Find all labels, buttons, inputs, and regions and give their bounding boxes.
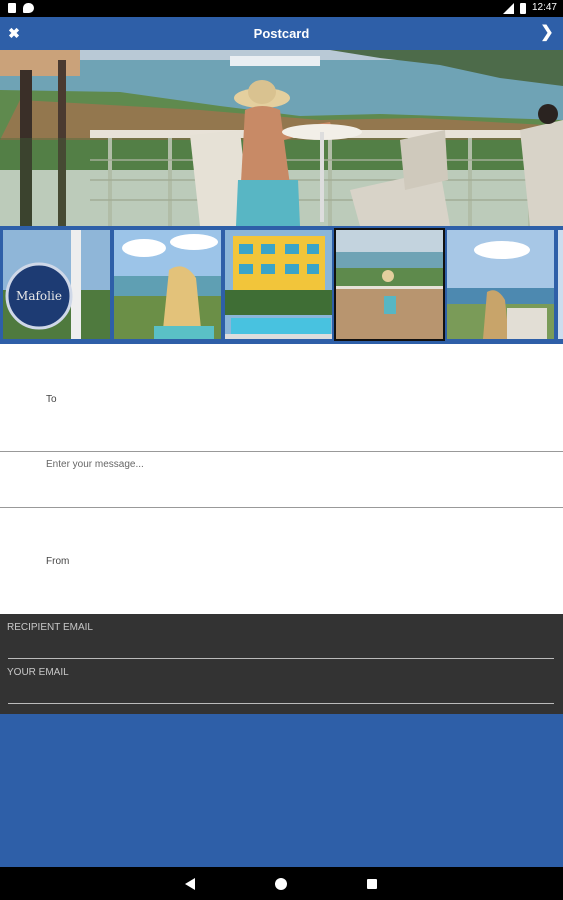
to-field[interactable]: To: [0, 344, 563, 451]
thumb-more[interactable]: [558, 230, 563, 339]
hero-photo: [0, 50, 563, 226]
message-field[interactable]: Enter your message...: [0, 452, 563, 507]
thumb-terrace-view[interactable]: [334, 228, 445, 341]
your-email-input[interactable]: [8, 703, 554, 704]
thumb-yellow-hotel-pool[interactable]: [225, 230, 332, 339]
battery-icon: [519, 2, 526, 14]
page-title: Postcard: [253, 26, 310, 41]
recent-apps-icon[interactable]: [367, 879, 377, 889]
navigation-bar: [0, 867, 563, 900]
app-bar: ✖ Postcard ❯: [0, 17, 563, 50]
message-placeholder: Enter your message...: [46, 459, 144, 470]
chat-bubble-icon: [23, 3, 34, 13]
your-email-label: YOUR EMAIL: [7, 667, 69, 678]
from-field[interactable]: From: [0, 508, 563, 614]
recipient-email-label: RECIPIENT EMAIL: [7, 622, 93, 633]
notification-box-icon: [8, 3, 16, 13]
email-panel: RECIPIENT EMAIL YOUR EMAIL: [0, 614, 563, 714]
from-label: From: [46, 556, 70, 567]
home-icon[interactable]: [275, 878, 287, 890]
recipient-email-input[interactable]: [8, 658, 554, 659]
footer-panel: [0, 714, 563, 867]
back-icon[interactable]: [185, 878, 195, 890]
thumbnail-strip[interactable]: Mafolie: [0, 226, 563, 344]
thumb-hotel-sign[interactable]: Mafolie: [3, 230, 110, 339]
signal-icon: [502, 2, 514, 14]
thumb-woman-drink[interactable]: [114, 230, 221, 339]
chevron-right-icon[interactable]: ❯: [539, 23, 555, 43]
status-time: 12:47: [531, 2, 557, 13]
status-bar: 12:47: [0, 0, 563, 17]
thumb-harbor-woman[interactable]: [447, 230, 554, 339]
postcard-screen: 12:47 ✖ Postcard ❯ Mafolie To Enter your…: [0, 0, 563, 900]
hotel-sign-text: Mafolie: [16, 289, 62, 303]
to-label: To: [46, 394, 57, 405]
